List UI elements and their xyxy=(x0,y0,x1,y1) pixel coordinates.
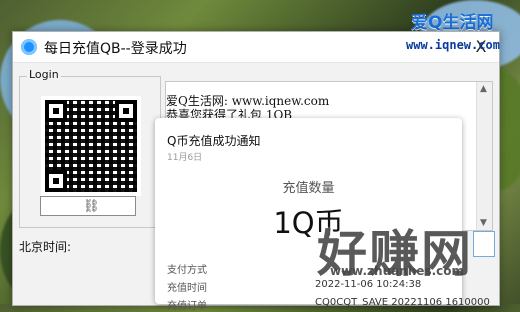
log-line: 爱Q生活网: www.iqnew.com xyxy=(166,94,330,108)
recharge-time-label: 充值时间 xyxy=(167,283,207,294)
notification-date: 11月6日 xyxy=(167,153,203,163)
amount-caption: 充值数量 xyxy=(282,181,335,196)
app-icon xyxy=(21,39,37,55)
link-icon: ⛓ xyxy=(83,199,100,214)
qr-finder xyxy=(115,100,137,122)
qr-finder xyxy=(45,170,67,192)
qr-finder xyxy=(45,100,67,122)
recharge-order-value: CQ0CQT_SAVE 20221106 1610000 xyxy=(315,297,490,308)
recharge-order-label: 充值订单 xyxy=(167,301,207,312)
notification-title: Q币充值成功通知 xyxy=(167,134,261,148)
qr-code xyxy=(41,96,141,196)
brand-logo-text: 爱Q生活网 xyxy=(411,13,494,33)
watermark-site: www.zhuanhes.com xyxy=(330,264,465,278)
link-button[interactable]: ⛓ xyxy=(40,196,136,216)
side-button[interactable] xyxy=(473,231,495,257)
login-legend: Login xyxy=(27,68,61,81)
scrollbar[interactable]: ▲ ▼ xyxy=(476,82,492,230)
payment-method-label: 支付方式 xyxy=(167,265,207,276)
scroll-down-icon[interactable]: ▼ xyxy=(480,218,487,228)
window-title: 每日充值QB--登录成功 xyxy=(44,41,187,57)
scroll-up-icon[interactable]: ▲ xyxy=(480,84,487,94)
watermark-url: www.iqnew.com xyxy=(406,38,500,52)
beijing-time-label: 北京时间: xyxy=(19,240,72,254)
